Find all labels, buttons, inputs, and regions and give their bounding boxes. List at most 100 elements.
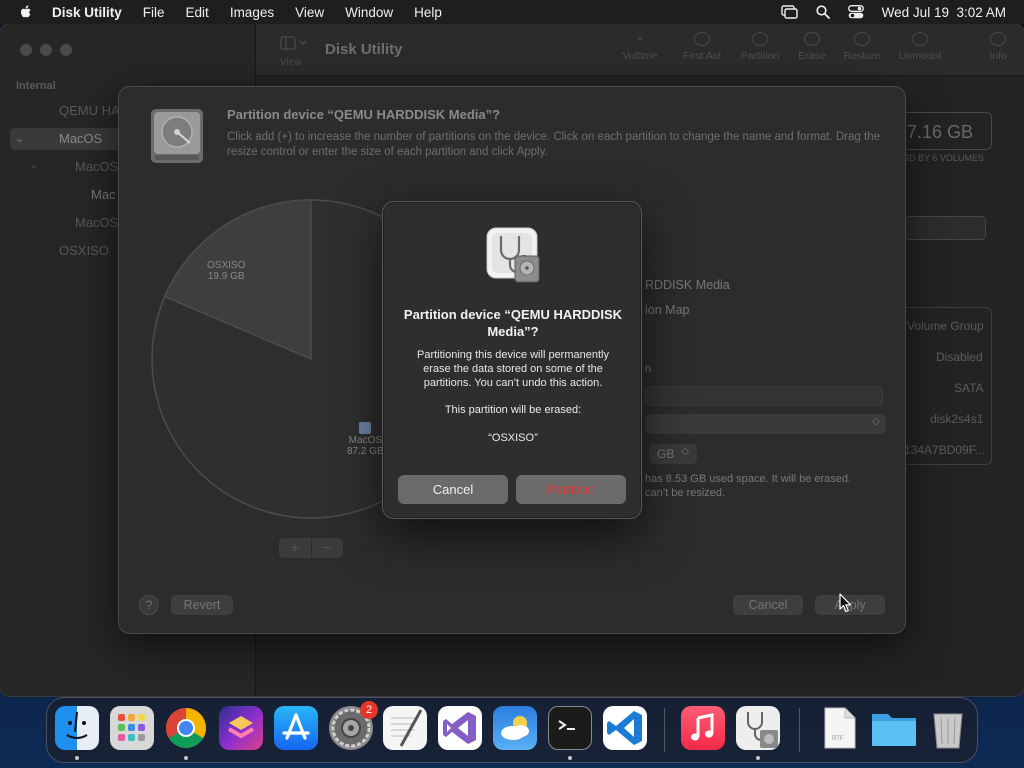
minimize-window-button[interactable] [40,44,52,56]
sheet-description: Click add (+) to increase the number of … [227,131,880,158]
toolbar-first-aid-button[interactable]: First Aid [674,32,730,62]
running-indicator [756,756,760,760]
macos-volume-icon [359,422,372,434]
disclosure-chevron-icon[interactable]: ⌄ [15,132,24,145]
sidebar-item-osxiso[interactable]: OSXISO [59,243,109,258]
name-label-fragment: n [645,363,652,375]
capacity-box: 7.16 GB [898,112,992,150]
spotlight-search-icon[interactable] [816,5,830,19]
sidebar-item-mac-volume[interactable]: Mac [91,187,116,202]
dock-disk-utility-icon[interactable] [736,706,780,750]
toolbar-button-label: First Aid [683,50,721,62]
dock-folder-icon[interactable] [870,706,916,750]
menu-edit[interactable]: Edit [186,5,209,20]
alert-message: Partitioning this device will permanentl… [417,349,609,389]
hard-disk-icon [151,109,203,163]
disclosure-chevron-icon[interactable]: ⌄ [29,158,38,171]
view-menu-button[interactable]: View [280,36,308,68]
vscode-logo-icon [607,711,642,745]
sidebar-item-macos-volume[interactable]: MacOS [75,215,118,230]
pie-label-osxiso: OSXISO 19.9 GB [207,260,245,282]
sheet-cancel-button[interactable]: Cancel [733,595,803,615]
add-partition-button[interactable]: + [279,538,312,558]
partition-confirm-alert: Partition device “QEMU HARDDISK Media”? … [382,201,642,519]
trash-icon [933,713,963,749]
control-center-icon[interactable] [847,5,864,19]
toolbar-unmount-button[interactable]: Unmount [892,32,948,62]
dock-vscode-icon[interactable] [603,706,647,750]
dock-textedit-icon[interactable] [383,706,427,750]
add-remove-volume-icon: + − [636,32,644,60]
dock-shortcuts-icon[interactable] [219,706,263,750]
sidebar-item-label: MacOS [59,131,103,146]
toolbar-restore-button[interactable]: Restore [834,32,890,62]
menu-images[interactable]: Images [230,5,274,20]
toolbar-erase-button[interactable]: Erase [784,32,840,62]
apple-menu-icon[interactable] [18,4,34,20]
menu-file[interactable]: File [143,5,165,20]
scheme-fragment: ion Map [645,303,690,317]
dock-app-store-icon[interactable] [274,706,318,750]
screen-mirroring-icon[interactable] [780,5,798,19]
popup-stepper-icon: ◇ [872,416,880,427]
dock-visual-studio-icon[interactable] [438,706,482,750]
dock-weather-icon[interactable] [493,706,537,750]
usage-bar [904,216,986,240]
toolbar-volume-button[interactable]: + − Volume [612,32,668,62]
remove-partition-button[interactable]: − [312,538,344,558]
visual-studio-logo-icon [443,712,476,744]
partition-name: MacOS [348,435,383,446]
revert-button[interactable]: Revert [171,595,233,615]
eject-icon [912,32,928,46]
music-note-icon [691,713,714,741]
terminal-prompt-icon [558,720,575,730]
toolbar-button-label: Partition [740,50,780,62]
info-value: SATA [954,381,984,395]
shared-by-label: SD BY 6 VOLUMES [903,153,984,163]
partition-note-line1: has 8.53 GB used space. It will be erase… [645,473,852,485]
partition-name-field[interactable] [645,386,883,406]
dock-finder-icon[interactable] [55,706,99,750]
sidebar-toggle-icon [280,36,307,50]
dock-terminal-icon[interactable] [548,706,592,750]
dock-rtf-document-icon[interactable]: RTF [817,706,861,750]
menu-clock[interactable]: Wed Jul 19 3:02 AM [882,5,1006,20]
partition-name: OSXISO [207,260,246,271]
restore-icon [854,32,870,46]
sidebar-item-macos-container[interactable]: MacOS [75,159,118,174]
toolbar-button-label: Erase [798,50,826,62]
dock-launchpad-icon[interactable] [110,706,154,750]
menu-bar: Disk Utility File Edit Images View Windo… [0,0,1024,24]
menu-view[interactable]: View [295,5,324,20]
toolbar-button-label: Info [989,50,1007,62]
unit-label: GB [657,447,675,461]
size-unit-popup[interactable]: GB ◇ [649,444,697,464]
capacity-value: 7.16 GB [907,122,974,142]
menu-help[interactable]: Help [414,5,442,20]
info-value: disk2s4s1 [930,412,984,426]
format-popup[interactable]: ◇ [645,414,886,434]
alert-partition-button[interactable]: Partition [516,475,626,504]
toolbar-info-button[interactable]: Info [970,32,1024,62]
dock-chrome-icon[interactable] [164,706,208,750]
alert-cancel-button[interactable]: Cancel [398,475,508,504]
menu-app-name[interactable]: Disk Utility [52,5,122,20]
view-label: View [280,57,302,68]
close-window-button[interactable] [20,44,32,56]
finder-face-icon [66,711,88,739]
alert-erased-partition-name: “OSXISO” [488,432,538,444]
info-value: Disabled [936,350,983,364]
menu-window[interactable]: Window [345,5,393,20]
partition-note-line2: can’t be resized. [645,487,726,499]
launchpad-grid-icon [118,714,145,741]
pie-label-macos: MacOS 87.2 GB [347,422,384,457]
toolbar-partition-button[interactable]: Partition [732,32,788,62]
partition-size: 19.9 GB [207,271,245,282]
sidebar-item-qemu[interactable]: QEMU HA [59,103,120,118]
zoom-window-button[interactable] [60,44,72,56]
folder-icon [872,714,916,746]
help-button[interactable]: ? [139,595,159,615]
dock-trash-icon[interactable] [926,706,970,750]
dock-music-icon[interactable] [681,706,725,750]
running-indicator [75,756,79,760]
